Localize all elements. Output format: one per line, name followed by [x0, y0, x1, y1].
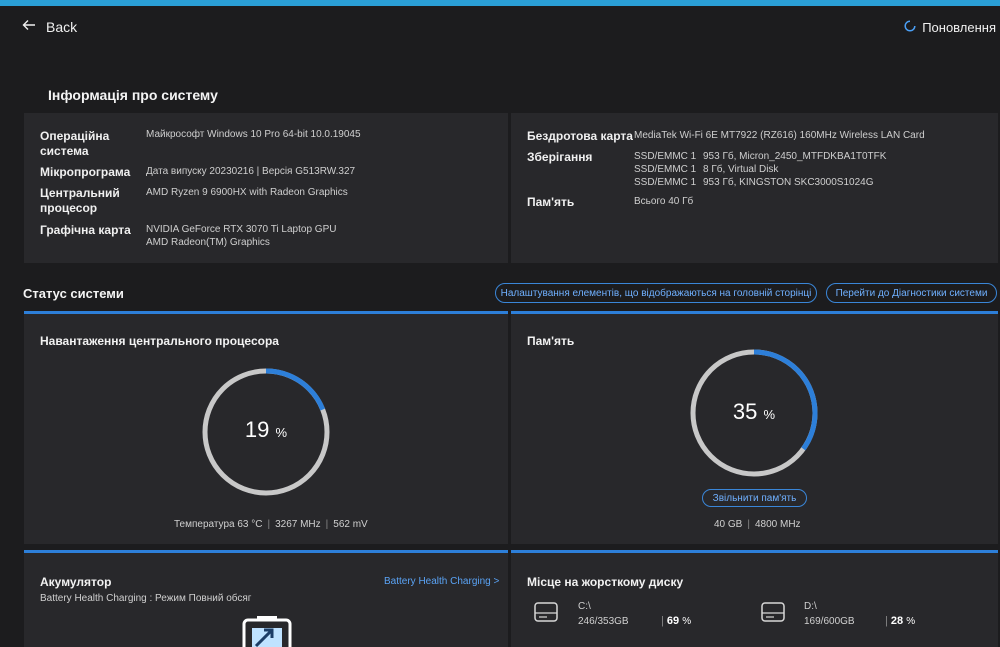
firmware-value: Дата випуску 20230216 | Версія G513RW.32… [146, 166, 356, 177]
memory-stats: 40 GB | 4800 MHz [714, 519, 801, 530]
refresh-button[interactable]: Поновлення [904, 20, 996, 35]
separator: | [747, 519, 750, 530]
system-status-title: Статус системи [23, 286, 124, 301]
battery-icon [242, 616, 292, 647]
system-info-right-panel: Бездротова карта MediaTek Wi-Fi 6E MT792… [511, 113, 998, 263]
cpu-stats: Температура 63 °C | 3267 MHz | 562 mV [174, 519, 368, 530]
separator: | [885, 615, 888, 627]
storage-drive-3-desc: 953 Гб, KINGSTON SKC3000S1024G [703, 177, 874, 188]
drive-d-percent-unit: % [906, 616, 916, 627]
back-button[interactable]: Back [22, 18, 77, 35]
gpu-value-1: NVIDIA GeForce RTX 3070 Ti Laptop GPU [146, 224, 337, 235]
cpu-load-title: Навантаження центрального процесора [40, 334, 279, 348]
drive-c-name: C:\ [578, 601, 591, 612]
cpu-frequency: 3267 MHz [275, 519, 321, 530]
gpu-value-2: AMD Radeon(TM) Graphics [146, 237, 270, 248]
memory-value: Всього 40 Гб [634, 196, 694, 207]
cpu-voltage: 562 mV [333, 519, 368, 530]
storage-drive-2-desc: 8 Гб, Virtual Disk [703, 164, 779, 175]
memory-label: Пам'ять [527, 195, 575, 209]
back-label: Back [46, 18, 78, 35]
customize-home-button[interactable]: Налаштування елементів, що відображаютьс… [495, 283, 817, 303]
wireless-label: Бездротова карта [527, 129, 633, 143]
storage-drive-2-type: SSD/EMMC 1 [634, 164, 697, 175]
drive-d-usage: 169/600GB [804, 616, 855, 627]
cpu-load-number: 19 [244, 417, 270, 442]
gpu-label: Графічна карта [40, 223, 131, 237]
storage-drive-1-type: SSD/EMMC 1 [634, 151, 697, 162]
cpu-load-unit: % [275, 425, 288, 440]
storage-drive-3-type: SSD/EMMC 1 [634, 177, 697, 188]
go-to-diagnostics-button[interactable]: Перейти до Діагностики системи [826, 283, 997, 303]
memory-usage-value: 35 % [687, 399, 821, 425]
separator: | [661, 615, 664, 627]
hard-drive-icon [761, 602, 785, 622]
battery-mode: Battery Health Charging : Режим Повний о… [40, 593, 252, 604]
disk-space-title: Місце на жорсткому диску [527, 575, 684, 589]
window-top-accent [0, 0, 1000, 6]
battery-health-charging-link[interactable]: Battery Health Charging > [384, 576, 499, 587]
storage-label: Зберігання [527, 150, 593, 164]
firmware-label: Мікропрограма [40, 165, 131, 179]
storage-drive-1-desc: 953 Гб, Micron_2450_MTFDKBA1T0TFK [703, 151, 887, 162]
separator: | [267, 519, 271, 530]
drive-d-name: D:\ [804, 601, 817, 612]
memory-total: 40 GB [714, 519, 743, 530]
hard-drive-icon [534, 602, 558, 622]
memory-card-title: Пам'ять [527, 334, 575, 348]
drive-c-percent: | 69 % [661, 615, 691, 627]
os-value: Майкрософт Windows 10 Pro 64-bit 10.0.19… [146, 129, 361, 140]
back-arrow-icon [22, 18, 36, 35]
memory-usage-number: 35 [732, 399, 758, 424]
drive-d-percent: | 28 % [885, 615, 915, 627]
system-info-title: Інформація про систему [48, 87, 218, 103]
battery-card: Акумулятор Battery Health Charging > Bat… [24, 550, 508, 647]
wireless-value: MediaTek Wi-Fi 6E MT7922 (RZ616) 160MHz … [634, 130, 925, 141]
memory-usage-unit: % [763, 407, 776, 422]
refresh-spinner-icon [904, 20, 916, 35]
free-memory-button[interactable]: Звільнити пам'ять [702, 489, 807, 507]
cpu-value: AMD Ryzen 9 6900HX with Radeon Graphics [146, 187, 348, 198]
refresh-label: Поновлення [922, 20, 996, 35]
memory-card: Пам'ять 35 % Звільнити пам'ять 40 GB | 480… [511, 311, 998, 544]
drive-c-percent-unit: % [682, 616, 692, 627]
disk-space-card: Місце на жорсткому диску C:\ 246/353GB |… [511, 550, 998, 647]
drive-c-percent-value: 69 [666, 615, 680, 627]
cpu-label: Центральний процесор [40, 186, 120, 215]
separator: | [325, 519, 329, 530]
cpu-load-value: 19 % [199, 417, 333, 443]
battery-title: Акумулятор [40, 575, 112, 589]
cpu-load-card: Навантаження центрального процесора 19 %… [24, 311, 508, 544]
cpu-temperature: Температура 63 °C [174, 519, 263, 530]
drive-d-percent-value: 28 [890, 615, 904, 627]
system-info-left-panel: Операційна система Майкрософт Windows 10… [24, 113, 508, 263]
os-label: Операційна система [40, 129, 110, 158]
memory-frequency: 4800 MHz [754, 519, 801, 530]
drive-c-usage: 246/353GB [578, 616, 629, 627]
